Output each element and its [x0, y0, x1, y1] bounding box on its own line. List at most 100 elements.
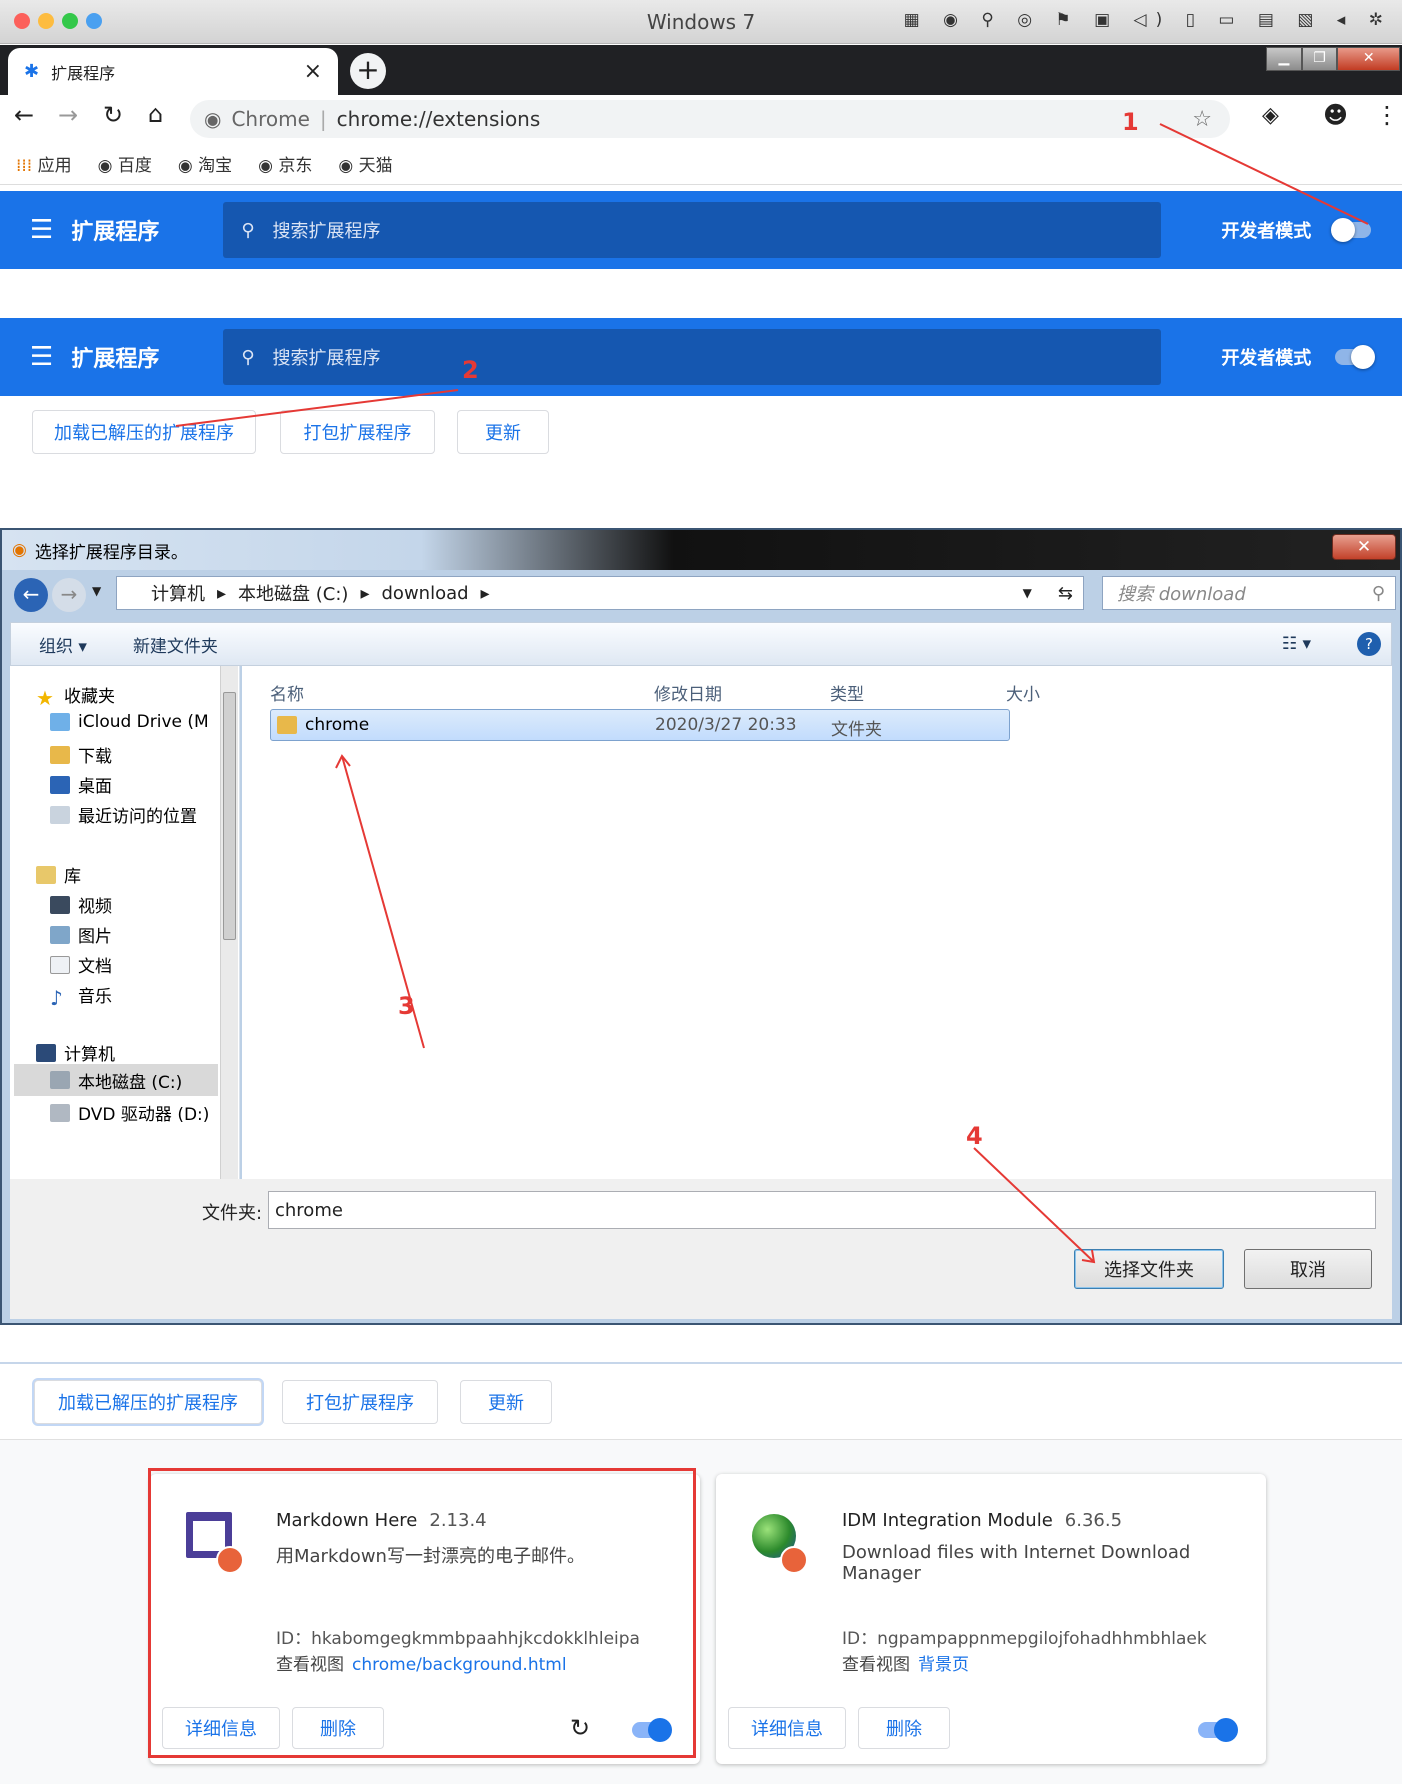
page-title: 扩展程序	[71, 347, 160, 372]
dialog-address-bar[interactable]: 计算机 ▸ 本地磁盘 (C:) ▸ download ▸ ▼ ⇆	[116, 576, 1084, 610]
close-icon[interactable]: ✕	[1337, 47, 1400, 71]
bookmark-label: 淘宝	[198, 156, 233, 176]
dialog-title-bar: ◉ 选择扩展程序目录。	[2, 530, 1400, 570]
bookmark-apps[interactable]: ⁞⁞⁞ 应用	[16, 151, 72, 176]
nav-local-disk[interactable]: 本地磁盘 (C:)	[14, 1064, 218, 1096]
nav-label: 库	[64, 867, 81, 887]
site-label: Chrome	[231, 107, 310, 131]
column-size[interactable]: 大小	[1006, 680, 1040, 705]
nav-scrollbar[interactable]	[220, 666, 238, 1179]
column-name[interactable]: 名称	[270, 680, 304, 705]
document-icon	[50, 955, 70, 974]
details-button[interactable]: 详细信息	[728, 1707, 846, 1749]
column-modified[interactable]: 修改日期	[654, 680, 722, 705]
star-icon[interactable]: ☆	[1192, 107, 1212, 132]
forward-icon[interactable]: →	[58, 101, 78, 129]
bookmark-taobao[interactable]: ◉ 淘宝	[178, 151, 232, 176]
address-bar[interactable]: ◉ Chrome | chrome://extensions ☆	[190, 100, 1230, 138]
step-2-label: 2	[462, 356, 479, 384]
profile-icon[interactable]: ☻	[1323, 101, 1348, 129]
nav-recent[interactable]: 最近访问的位置	[50, 802, 197, 827]
nav-documents[interactable]: 文档	[50, 952, 112, 977]
update-button[interactable]: 更新	[460, 1380, 552, 1424]
cloud-icon	[50, 713, 70, 731]
dev-mode-toggle-on[interactable]	[1335, 345, 1376, 369]
back-icon[interactable]: ←	[14, 578, 48, 612]
nav-downloads[interactable]: 下载	[50, 742, 112, 767]
address-dropdown-icon[interactable]: ▼	[1023, 586, 1032, 600]
bookmark-jd[interactable]: ◉ 京东	[258, 151, 312, 176]
breadcrumb-download[interactable]: download	[382, 583, 469, 604]
pack-extension-button[interactable]: 打包扩展程序	[282, 1380, 438, 1424]
history-dropdown-icon[interactable]: ▼	[92, 584, 101, 598]
pack-extension-button[interactable]: 打包扩展程序	[280, 410, 435, 454]
enable-toggle[interactable]	[1198, 1718, 1238, 1742]
nav-dvd[interactable]: DVD 驱动器 (D:)	[50, 1100, 209, 1125]
bookmark-label: 应用	[37, 156, 72, 176]
bookmark-baidu[interactable]: ◉ 百度	[98, 151, 152, 176]
reload-icon[interactable]: ↻	[103, 101, 123, 129]
computer-icon	[36, 1043, 56, 1062]
breadcrumb-computer[interactable]: 计算机	[151, 580, 205, 606]
nav-videos[interactable]: 视频	[50, 892, 112, 917]
column-type[interactable]: 类型	[830, 680, 864, 705]
bookmark-tmall[interactable]: ◉ 天猫	[338, 151, 392, 176]
desktop-icon	[50, 775, 70, 794]
nav-label: 文档	[78, 957, 112, 977]
scrollbar-thumb[interactable]	[223, 692, 236, 940]
file-list-pane: 名称 修改日期 类型 大小 chrome 2020/3/27 20:33 文件夹	[242, 666, 1392, 1179]
toggle-knob	[1214, 1718, 1238, 1742]
folder-input-value: chrome	[275, 1199, 343, 1221]
extension-icon[interactable]: ◈	[1262, 103, 1279, 128]
refresh-icon[interactable]: ⇆	[1058, 583, 1073, 604]
views-link[interactable]: 背景页	[918, 1655, 969, 1675]
view-options-icon[interactable]: ☷ ▾	[1282, 634, 1311, 654]
nav-desktop[interactable]: 桌面	[50, 772, 112, 797]
folder-input[interactable]: chrome	[268, 1191, 1376, 1229]
bookmark-label: 京东	[278, 156, 313, 176]
cancel-button[interactable]: 取消	[1244, 1249, 1372, 1289]
dialog-search-input[interactable]: 搜索 download ⚲	[1102, 576, 1396, 610]
dialog-close-button[interactable]: ✕	[1332, 534, 1396, 560]
vm-toolbar-icons[interactable]: ▦ ◉ ⚲ ◎ ⚑ ▣ ◁) ▯ ▭ ▤ ▧ ◂ ✲	[904, 10, 1392, 30]
nav-icloud[interactable]: iCloud Drive (M	[50, 712, 209, 732]
nav-library[interactable]: 库	[36, 862, 81, 887]
nav-label: 计算机	[64, 1045, 115, 1065]
select-folder-button[interactable]: 选择文件夹	[1074, 1249, 1224, 1289]
globe-icon: ◉	[258, 156, 273, 176]
search-input[interactable]: ⚲ 搜索扩展程序	[223, 202, 1162, 258]
forward-icon[interactable]: →	[52, 578, 86, 612]
library-icon	[36, 865, 56, 884]
file-row-chrome[interactable]: chrome 2020/3/27 20:33 文件夹	[270, 709, 1010, 741]
search-icon: ⚲	[1371, 582, 1385, 604]
remove-button[interactable]: 删除	[858, 1707, 950, 1749]
tab-extensions[interactable]: ✱ 扩展程序 ×	[8, 48, 338, 95]
new-tab-button[interactable]: +	[350, 53, 386, 89]
win7-window-controls: ▁ ❐ ✕	[1266, 47, 1400, 71]
load-unpacked-button[interactable]: 加载已解压的扩展程序	[32, 410, 256, 454]
browser-toolbar: ← → ↻ ⌂ ◉ Chrome | chrome://extensions ☆…	[0, 95, 1402, 143]
new-folder-button[interactable]: 新建文件夹	[133, 632, 218, 657]
hamburger-icon[interactable]: ☰	[30, 215, 53, 245]
hamburger-icon[interactable]: ☰	[30, 342, 53, 372]
nav-label: 视频	[78, 897, 112, 917]
toggle-knob	[1351, 345, 1376, 369]
back-icon[interactable]: ←	[14, 101, 34, 129]
update-button[interactable]: 更新	[457, 410, 549, 454]
help-icon[interactable]: ?	[1357, 632, 1381, 656]
breadcrumb-disk[interactable]: 本地磁盘 (C:)	[238, 580, 348, 606]
nav-favorites[interactable]: ★ 收藏夹	[36, 682, 115, 710]
home-icon[interactable]: ⌂	[148, 100, 163, 128]
load-unpacked-button[interactable]: 加载已解压的扩展程序	[34, 1380, 262, 1424]
organize-menu[interactable]: 组织 ▾	[39, 632, 87, 657]
nav-pictures[interactable]: 图片	[50, 922, 112, 947]
minimize-icon[interactable]: ▁	[1266, 47, 1302, 71]
search-input[interactable]: ⚲ 搜索扩展程序	[223, 329, 1162, 385]
restore-icon[interactable]: ❐	[1301, 47, 1338, 71]
menu-icon[interactable]: ⋮	[1375, 101, 1399, 129]
globe-icon: ◉	[97, 156, 113, 176]
tab-close-icon[interactable]: ×	[304, 59, 322, 84]
nav-computer[interactable]: 计算机	[36, 1040, 115, 1065]
nav-music[interactable]: ♪ 音乐	[50, 982, 112, 1010]
dev-mode-toggle-off[interactable]	[1331, 218, 1372, 242]
